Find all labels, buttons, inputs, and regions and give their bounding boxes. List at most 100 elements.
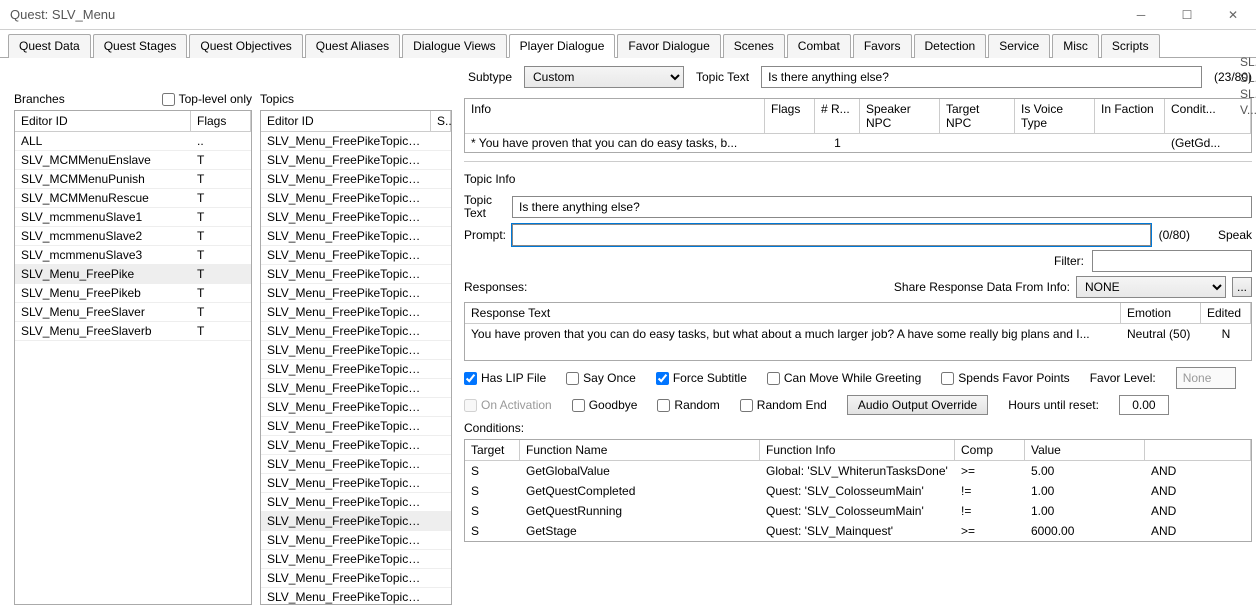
branch-row[interactable]: SLV_mcmmenuSlave2T <box>15 227 251 246</box>
maximize-button[interactable]: ☐ <box>1164 0 1210 30</box>
condition-row[interactable]: SGetQuestCompletedQuest: 'SLV_ColosseumM… <box>465 481 1251 501</box>
col-faction[interactable]: In Faction <box>1095 99 1165 133</box>
branch-row[interactable]: SLV_Menu_FreePikebT <box>15 284 251 303</box>
col-topic-editor-id[interactable]: Editor ID <box>261 111 431 131</box>
topic-row[interactable]: SLV_Menu_FreePikeTopic04b (Cus... <box>261 284 451 303</box>
branch-row[interactable]: SLV_mcmmenuSlave1T <box>15 208 251 227</box>
condition-row[interactable]: SGetGlobalValueGlobal: 'SLV_WhiterunTask… <box>465 461 1251 481</box>
hours-input[interactable] <box>1119 395 1169 415</box>
col-cond-fn[interactable]: Function Name <box>520 440 760 460</box>
topic-row[interactable]: SLV_Menu_FreePikeTopic03b (Cus... <box>261 189 451 208</box>
tab-quest-stages[interactable]: Quest Stages <box>93 34 188 58</box>
col-flags[interactable]: Flags <box>191 111 251 131</box>
topic-row[interactable]: SLV_Menu_FreePikeTopic62 (Cus... <box>261 550 451 569</box>
topic-row[interactable]: SLV_Menu_FreePikeTopic04c (Cus... <box>261 303 451 322</box>
toplevel-only-check[interactable]: Top-level only <box>162 92 252 106</box>
branch-row[interactable]: SLV_Menu_FreeSlaverT <box>15 303 251 322</box>
topic-text-input[interactable] <box>761 66 1202 88</box>
topic-row[interactable]: SLV_Menu_FreePikeTopic12 (Cus... <box>261 417 451 436</box>
favor-points-check[interactable]: Spends Favor Points <box>941 371 1069 385</box>
col-target[interactable]: Target NPC <box>940 99 1015 133</box>
topic-row[interactable]: SLV_Menu_FreePikeTopic52 (Cus... <box>261 474 451 493</box>
topic-row[interactable]: SLV_Menu_FreePikeTopic04 (Cus... <box>261 265 451 284</box>
branches-list[interactable]: Editor ID Flags ALL..SLV_MCMMenuEnslaveT… <box>14 110 252 605</box>
branch-row[interactable]: SLV_MCMMenuRescueT <box>15 189 251 208</box>
branch-row[interactable]: ALL.. <box>15 132 251 151</box>
prompt-input[interactable] <box>512 224 1151 246</box>
topic-row[interactable]: SLV_Menu_FreePikeTopic04d (Cus... <box>261 322 451 341</box>
tab-scenes[interactable]: Scenes <box>723 34 785 58</box>
tab-detection[interactable]: Detection <box>914 34 987 58</box>
tab-scripts[interactable]: Scripts <box>1101 34 1160 58</box>
tab-dialogue-views[interactable]: Dialogue Views <box>402 34 507 58</box>
col-r[interactable]: # R... <box>815 99 860 133</box>
tab-misc[interactable]: Misc <box>1052 34 1099 58</box>
col-voice[interactable]: Is Voice Type <box>1015 99 1095 133</box>
tab-combat[interactable]: Combat <box>787 34 851 58</box>
tab-favor-dialogue[interactable]: Favor Dialogue <box>617 34 720 58</box>
info-row[interactable]: * You have proven that you can do easy t… <box>465 134 1251 152</box>
col-flags2[interactable]: Flags <box>765 99 815 133</box>
subtype-combo[interactable]: Custom <box>524 66 684 88</box>
responses-table[interactable]: Response Text Emotion Edited You have pr… <box>464 302 1252 361</box>
topic-info-table[interactable]: Info Flags # R... Speaker NPC Target NPC… <box>464 98 1252 153</box>
topic-row[interactable]: SLV_Menu_FreePikeTopic60 (Cus... <box>261 512 451 531</box>
col-cond-fi[interactable]: Function Info <box>760 440 955 460</box>
audio-output-button[interactable]: Audio Output Override <box>847 395 988 415</box>
tab-quest-objectives[interactable]: Quest Objectives <box>189 34 302 58</box>
topic-row[interactable]: SLV_Menu_FreePikeTopic61 (Cus... <box>261 531 451 550</box>
topic-row[interactable]: SLV_Menu_FreePikeTopic53 (Cus... <box>261 493 451 512</box>
branch-row[interactable]: SLV_Menu_FreeSlaverbT <box>15 322 251 341</box>
minimize-button[interactable]: ─ <box>1118 0 1164 30</box>
col-editor-id[interactable]: Editor ID <box>15 111 191 131</box>
tab-service[interactable]: Service <box>988 34 1050 58</box>
topic-row[interactable]: SLV_Menu_FreePikeTopic02d (Cus... <box>261 132 451 151</box>
topic-row[interactable]: SLV_Menu_FreePikeTopic50 (Cus... <box>261 436 451 455</box>
col-speaker[interactable]: Speaker NPC <box>860 99 940 133</box>
col-edited[interactable]: Edited <box>1201 303 1251 323</box>
more-button[interactable]: ... <box>1232 277 1252 297</box>
topic-row[interactable]: SLV_Menu_FreePikeTopic04e (Cus... <box>261 341 451 360</box>
topic-row[interactable]: SLV_Menu_FreePikeTopic51 (Cus... <box>261 455 451 474</box>
random-end-check[interactable]: Random End <box>740 398 827 412</box>
topic-row[interactable]: SLV_Menu_FreePikeTopic10 (Cus... <box>261 379 451 398</box>
topic-row[interactable]: SLV_Menu_FreePikeTopic03d (Cus... <box>261 227 451 246</box>
random-check[interactable]: Random <box>657 398 719 412</box>
col-cond[interactable]: Condit... <box>1165 99 1251 133</box>
col-cond-comp[interactable]: Comp <box>955 440 1025 460</box>
topic-row[interactable]: SLV_Menu_FreePikeTopic03e (Cus... <box>261 246 451 265</box>
tab-quest-data[interactable]: Quest Data <box>8 34 91 58</box>
tab-player-dialogue[interactable]: Player Dialogue <box>509 34 616 58</box>
topic-row[interactable]: SLV_Menu_FreePikeTopic63 (Cus... <box>261 569 451 588</box>
branch-row[interactable]: SLV_mcmmenuSlave3T <box>15 246 251 265</box>
col-info[interactable]: Info <box>465 99 765 133</box>
ti-topic-text-input[interactable] <box>512 196 1252 218</box>
tab-favors[interactable]: Favors <box>853 34 912 58</box>
condition-row[interactable]: SGetQuestRunningQuest: 'SLV_ColosseumMai… <box>465 501 1251 521</box>
force-subtitle-check[interactable]: Force Subtitle <box>656 371 747 385</box>
col-cond-val[interactable]: Value <box>1025 440 1145 460</box>
toplevel-checkbox[interactable] <box>162 93 175 106</box>
topic-row[interactable]: SLV_Menu_FreePikeTopic64 (Cus... <box>261 588 451 605</box>
can-move-check[interactable]: Can Move While Greeting <box>767 371 921 385</box>
branch-row[interactable]: SLV_MCMMenuEnslaveT <box>15 151 251 170</box>
conditions-table[interactable]: Target Function Name Function Info Comp … <box>464 439 1252 542</box>
condition-row[interactable]: SGetStageQuest: 'SLV_Mainquest'>=6000.00… <box>465 521 1251 541</box>
topic-row[interactable]: SLV_Menu_FreePikeTopic09Chea... <box>261 360 451 379</box>
col-cond-and[interactable] <box>1145 440 1251 460</box>
col-topic-s[interactable]: S... <box>431 111 451 131</box>
topic-row[interactable]: SLV_Menu_FreePikeTopic03 (Cus... <box>261 170 451 189</box>
goodbye-check[interactable]: Goodbye <box>572 398 638 412</box>
topic-row[interactable]: SLV_Menu_FreePikeTopic03c (Cus... <box>261 208 451 227</box>
col-resp-text[interactable]: Response Text <box>465 303 1121 323</box>
col-emotion[interactable]: Emotion <box>1121 303 1201 323</box>
response-row[interactable]: You have proven that you can do easy tas… <box>465 324 1251 344</box>
filter-input[interactable] <box>1092 250 1252 272</box>
topic-row[interactable]: SLV_Menu_FreePikeTopic02e (Cus... <box>261 151 451 170</box>
branch-row[interactable]: SLV_MCMMenuPunishT <box>15 170 251 189</box>
col-cond-target[interactable]: Target <box>465 440 520 460</box>
tab-quest-aliases[interactable]: Quest Aliases <box>305 34 400 58</box>
has-lip-check[interactable]: Has LIP File <box>464 371 546 385</box>
say-once-check[interactable]: Say Once <box>566 371 636 385</box>
share-combo[interactable]: NONE <box>1076 276 1226 298</box>
